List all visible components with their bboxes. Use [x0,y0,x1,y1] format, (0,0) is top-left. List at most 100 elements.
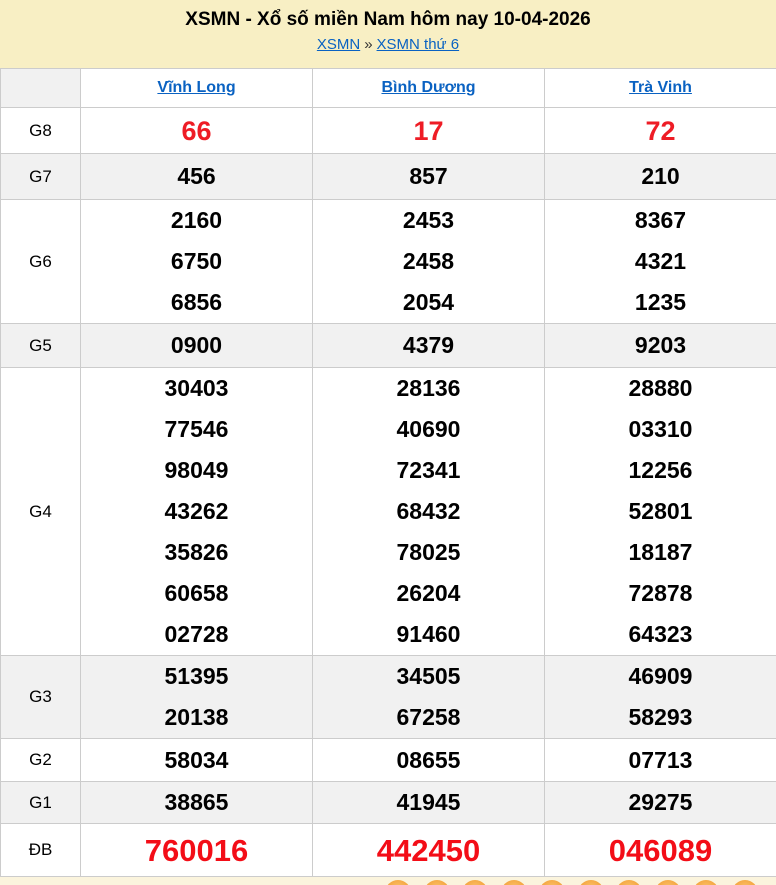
result-number: 78025 [313,532,544,573]
result-number: 9203 [545,325,776,366]
result-number: 41945 [313,782,544,823]
prize-label-g8: G8 [1,108,81,154]
prize-label-g1: G1 [1,782,81,824]
prize-label-g7: G7 [1,154,81,200]
result-number: 29275 [545,782,776,823]
result-cell: 07713 [545,739,776,782]
prize-row-g2: G2580340865507713 [1,739,776,782]
result-number: 68432 [313,491,544,532]
result-cell: 760016 [81,824,313,877]
result-number: 38865 [81,782,312,823]
prize-row-g8: G8661772 [1,108,776,154]
result-number: 08655 [313,740,544,781]
prize-label-g6: G6 [1,200,81,324]
result-number: 8367 [545,200,776,241]
result-number: 52801 [545,491,776,532]
result-cell: 58034 [81,739,313,782]
result-cell: 29275 [545,782,776,824]
result-number: 66 [81,109,312,153]
prize-row-db: ĐB760016442450046089 [1,824,776,877]
prize-label-g2: G2 [1,739,81,782]
result-cell: 38865 [81,782,313,824]
result-cell: 216067506856 [81,200,313,324]
page-title: XSMN - Xổ số miền Nam hôm nay 10-04-2026 [0,0,776,31]
result-cell: 0900 [81,324,313,368]
result-number: 28880 [545,368,776,409]
result-cell: 4379 [313,324,545,368]
prize-label-g5: G5 [1,324,81,368]
province-header-binh-duong: Bình Dương [313,69,545,108]
result-cell: 72 [545,108,776,154]
result-number: 43262 [81,491,312,532]
result-cell: 28880033101225652801181877287864323 [545,368,776,656]
result-number: 28136 [313,368,544,409]
lotto-balls-strip [0,877,776,885]
result-cell: 66 [81,108,313,154]
result-number: 210 [545,156,776,197]
province-link-binh-duong[interactable]: Bình Dương [381,79,475,96]
result-cell: 442450 [313,824,545,877]
result-number: 60658 [81,573,312,614]
result-cell: 9203 [545,324,776,368]
result-number: 35826 [81,532,312,573]
result-number: 0900 [81,325,312,366]
breadcrumb: XSMN» XSMN thứ 6 [0,36,776,53]
result-number: 91460 [313,614,544,655]
result-number: 58293 [545,697,776,738]
result-number: 12256 [545,450,776,491]
result-number: 72 [545,109,776,153]
result-cell: 4690958293 [545,656,776,739]
result-number: 18187 [545,532,776,573]
result-number: 2453 [313,200,544,241]
prize-row-g4: G430403775469804943262358266065802728281… [1,368,776,656]
result-number: 4379 [313,325,544,366]
breadcrumb-link-xsmn[interactable]: XSMN [317,36,360,53]
province-header-row: Vĩnh Long Bình Dương Trà Vinh [1,69,776,108]
result-cell: 836743211235 [545,200,776,324]
result-number: 51395 [81,656,312,697]
result-number: 67258 [313,697,544,738]
result-number: 2160 [81,200,312,241]
result-number: 26204 [313,573,544,614]
result-cell: 857 [313,154,545,200]
result-number: 58034 [81,740,312,781]
result-number: 34505 [313,656,544,697]
province-header-tra-vinh: Trà Vinh [545,69,776,108]
result-cell: 046089 [545,824,776,877]
breadcrumb-separator: » [364,36,372,53]
province-link-vinh-long[interactable]: Vĩnh Long [157,79,235,96]
result-cell: 41945 [313,782,545,824]
result-cell: 17 [313,108,545,154]
result-cell: 456 [81,154,313,200]
result-number: 77546 [81,409,312,450]
result-number: 72341 [313,450,544,491]
prize-label-g3: G3 [1,656,81,739]
result-cell: 08655 [313,739,545,782]
prize-label-db: ĐB [1,824,81,877]
prize-row-g3: G3513952013834505672584690958293 [1,656,776,739]
province-link-tra-vinh[interactable]: Trà Vinh [629,79,692,96]
prize-row-g5: G5090043799203 [1,324,776,368]
result-number: 07713 [545,740,776,781]
page-header: XSMN - Xổ số miền Nam hôm nay 10-04-2026… [0,0,776,68]
result-number: 6856 [81,282,312,323]
result-cell: 245324582054 [313,200,545,324]
result-number: 03310 [545,409,776,450]
result-number: 2458 [313,241,544,282]
result-number: 20138 [81,697,312,738]
result-number: 46909 [545,656,776,697]
province-header-vinh-long: Vĩnh Long [81,69,313,108]
result-number: 98049 [81,450,312,491]
prize-row-g7: G7456857210 [1,154,776,200]
result-number: 046089 [545,825,776,876]
result-cell: 28136406907234168432780252620491460 [313,368,545,656]
result-number: 40690 [313,409,544,450]
breadcrumb-link-xsmn-thu6[interactable]: XSMN thứ 6 [377,36,460,53]
result-number: 02728 [81,614,312,655]
result-number: 30403 [81,368,312,409]
prize-row-g6: G6216067506856245324582054836743211235 [1,200,776,324]
result-cell: 5139520138 [81,656,313,739]
result-cell: 210 [545,154,776,200]
prize-label-g4: G4 [1,368,81,656]
result-number: 64323 [545,614,776,655]
